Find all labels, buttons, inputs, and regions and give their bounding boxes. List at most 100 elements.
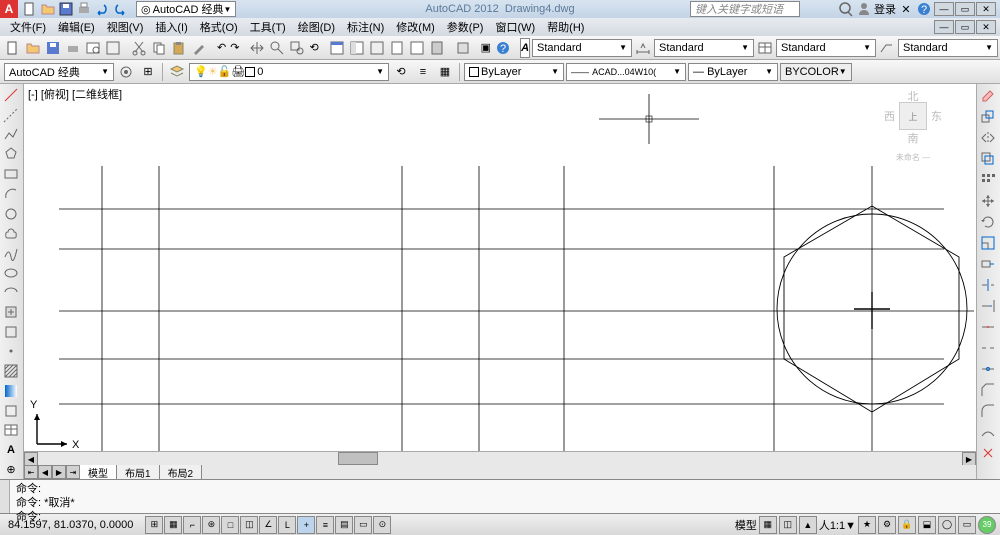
make-block-icon[interactable] — [0, 322, 22, 341]
tool-palettes-icon[interactable] — [368, 38, 386, 58]
maximize-button[interactable]: ▭ — [955, 2, 975, 16]
break-at-point-icon[interactable] — [977, 317, 999, 337]
copy-icon[interactable] — [150, 38, 168, 58]
viewcube[interactable]: 北 西上东 南 未命名 — — [880, 88, 946, 168]
menu-window[interactable]: 窗口(W) — [489, 17, 541, 37]
doc-minimize-button[interactable]: — — [934, 20, 954, 34]
clean-screen-icon[interactable]: ▣ — [480, 38, 492, 58]
pan-icon[interactable] — [248, 38, 266, 58]
save-icon[interactable] — [44, 38, 62, 58]
open-icon[interactable] — [24, 38, 42, 58]
qat-open-icon[interactable] — [40, 1, 56, 17]
menu-draw[interactable]: 绘图(D) — [292, 17, 341, 37]
command-line[interactable]: 命令: 命令: *取消* 命令: — [0, 479, 1000, 513]
rectangle-icon[interactable] — [0, 165, 22, 184]
horizontal-scrollbar[interactable]: ◀ ▶ — [24, 451, 976, 465]
workspace2-dropdown[interactable]: AutoCAD 经典▼ — [4, 63, 114, 81]
circle-icon[interactable] — [0, 204, 22, 223]
tab-next-icon[interactable]: ▶ — [52, 465, 66, 479]
plot-icon[interactable] — [64, 38, 82, 58]
layer-states-icon[interactable]: ≡ — [413, 62, 433, 82]
drawing-canvas[interactable] — [24, 84, 976, 479]
tab-model[interactable]: 模型 — [80, 465, 117, 480]
mirror-icon[interactable] — [977, 128, 999, 148]
textstyle-icon[interactable]: A — [520, 38, 530, 58]
search-input[interactable]: 键入关键字或短语 — [690, 1, 800, 17]
login-label[interactable]: 登录 — [874, 1, 896, 17]
scroll-right-icon[interactable]: ▶ — [962, 452, 976, 466]
insert-block-icon[interactable] — [0, 303, 22, 322]
plot-preview-icon[interactable] — [84, 38, 102, 58]
menu-format[interactable]: 格式(O) — [194, 17, 244, 37]
table-icon[interactable] — [0, 421, 22, 440]
design-center-icon[interactable] — [348, 38, 366, 58]
doc-close-button[interactable]: ✕ — [976, 20, 996, 34]
markup-icon[interactable] — [408, 38, 426, 58]
xline-icon[interactable] — [0, 106, 22, 125]
workspace-settings-icon[interactable] — [116, 62, 136, 82]
paste-icon[interactable] — [170, 38, 188, 58]
trim-icon[interactable] — [977, 275, 999, 295]
cut-icon[interactable] — [130, 38, 148, 58]
doc-restore-button[interactable]: ▭ — [955, 20, 975, 34]
dimstyle-icon[interactable] — [634, 38, 652, 58]
tab-first-icon[interactable]: ⇤ — [24, 465, 38, 479]
tab-last-icon[interactable]: ⇥ — [66, 465, 80, 479]
mtext-icon[interactable]: A — [0, 441, 22, 460]
tab-layout2[interactable]: 布局2 — [160, 465, 203, 480]
menu-tools[interactable]: 工具(T) — [244, 17, 292, 37]
lineweight-dropdown[interactable]: — ByLayer▼ — [688, 63, 778, 81]
menu-parametric[interactable]: 参数(P) — [441, 17, 490, 37]
menu-file[interactable]: 文件(F) — [4, 17, 52, 37]
close-button[interactable]: ✕ — [976, 2, 996, 16]
add-selected-icon[interactable]: ⊕ — [0, 460, 22, 479]
layer-iso-icon[interactable]: ▦ — [435, 62, 455, 82]
workspace-dropdown[interactable]: ◎AutoCAD 经典▼ — [136, 1, 236, 17]
qat-new-icon[interactable] — [22, 1, 38, 17]
explode-icon[interactable] — [977, 443, 999, 463]
exchange-icon[interactable]: ✕ — [898, 1, 914, 17]
user-icon[interactable] — [856, 1, 872, 17]
zoom-window-icon[interactable] — [288, 38, 306, 58]
sheet-set-icon[interactable] — [388, 38, 406, 58]
layer-dropdown[interactable]: 💡☀🔓🖨 0 ▼ — [189, 63, 389, 81]
app-logo[interactable]: A — [0, 0, 18, 18]
search-icon[interactable] — [838, 1, 854, 17]
dimstyle-dropdown[interactable]: Standard▼ — [654, 39, 754, 57]
help-icon[interactable]: ? — [916, 1, 932, 17]
polygon-icon[interactable] — [0, 145, 22, 164]
menu-edit[interactable]: 编辑(E) — [52, 17, 101, 37]
cmd-prompt[interactable]: 命令: — [16, 510, 996, 524]
publish-icon[interactable] — [104, 38, 122, 58]
minimize-button[interactable]: — — [934, 2, 954, 16]
qat-undo-icon[interactable] — [94, 1, 110, 17]
plotstyle-dropdown[interactable]: BYCOLOR▼ — [780, 63, 852, 81]
hatch-icon[interactable] — [0, 362, 22, 381]
match-props-icon[interactable] — [190, 38, 208, 58]
zoom-realtime-icon[interactable] — [268, 38, 286, 58]
layer-previous-icon[interactable]: ⟲ — [391, 62, 411, 82]
qat-redo-icon[interactable] — [112, 1, 128, 17]
redo-icon[interactable]: ↷ — [229, 38, 240, 58]
qat-print-icon[interactable] — [76, 1, 92, 17]
region-icon[interactable] — [0, 401, 22, 420]
properties-icon[interactable] — [328, 38, 346, 58]
move-icon[interactable] — [977, 191, 999, 211]
tablestyle-dropdown[interactable]: Standard▼ — [776, 39, 876, 57]
revcloud-icon[interactable] — [0, 224, 22, 243]
scroll-thumb[interactable] — [338, 452, 378, 465]
menu-view[interactable]: 视图(V) — [101, 17, 150, 37]
qat-save-icon[interactable] — [58, 1, 74, 17]
erase-icon[interactable] — [977, 86, 999, 106]
ellipse-arc-icon[interactable] — [0, 283, 22, 302]
ellipse-icon[interactable] — [0, 263, 22, 282]
stretch-icon[interactable] — [977, 254, 999, 274]
gradient-icon[interactable] — [0, 382, 22, 401]
textstyle-dropdown[interactable]: Standard▼ — [532, 39, 632, 57]
menu-insert[interactable]: 插入(I) — [149, 17, 193, 37]
color-dropdown[interactable]: ByLayer▼ — [464, 63, 564, 81]
chamfer-icon[interactable] — [977, 380, 999, 400]
array-icon[interactable] — [977, 170, 999, 190]
extend-icon[interactable] — [977, 296, 999, 316]
scroll-left-icon[interactable]: ◀ — [24, 452, 38, 466]
